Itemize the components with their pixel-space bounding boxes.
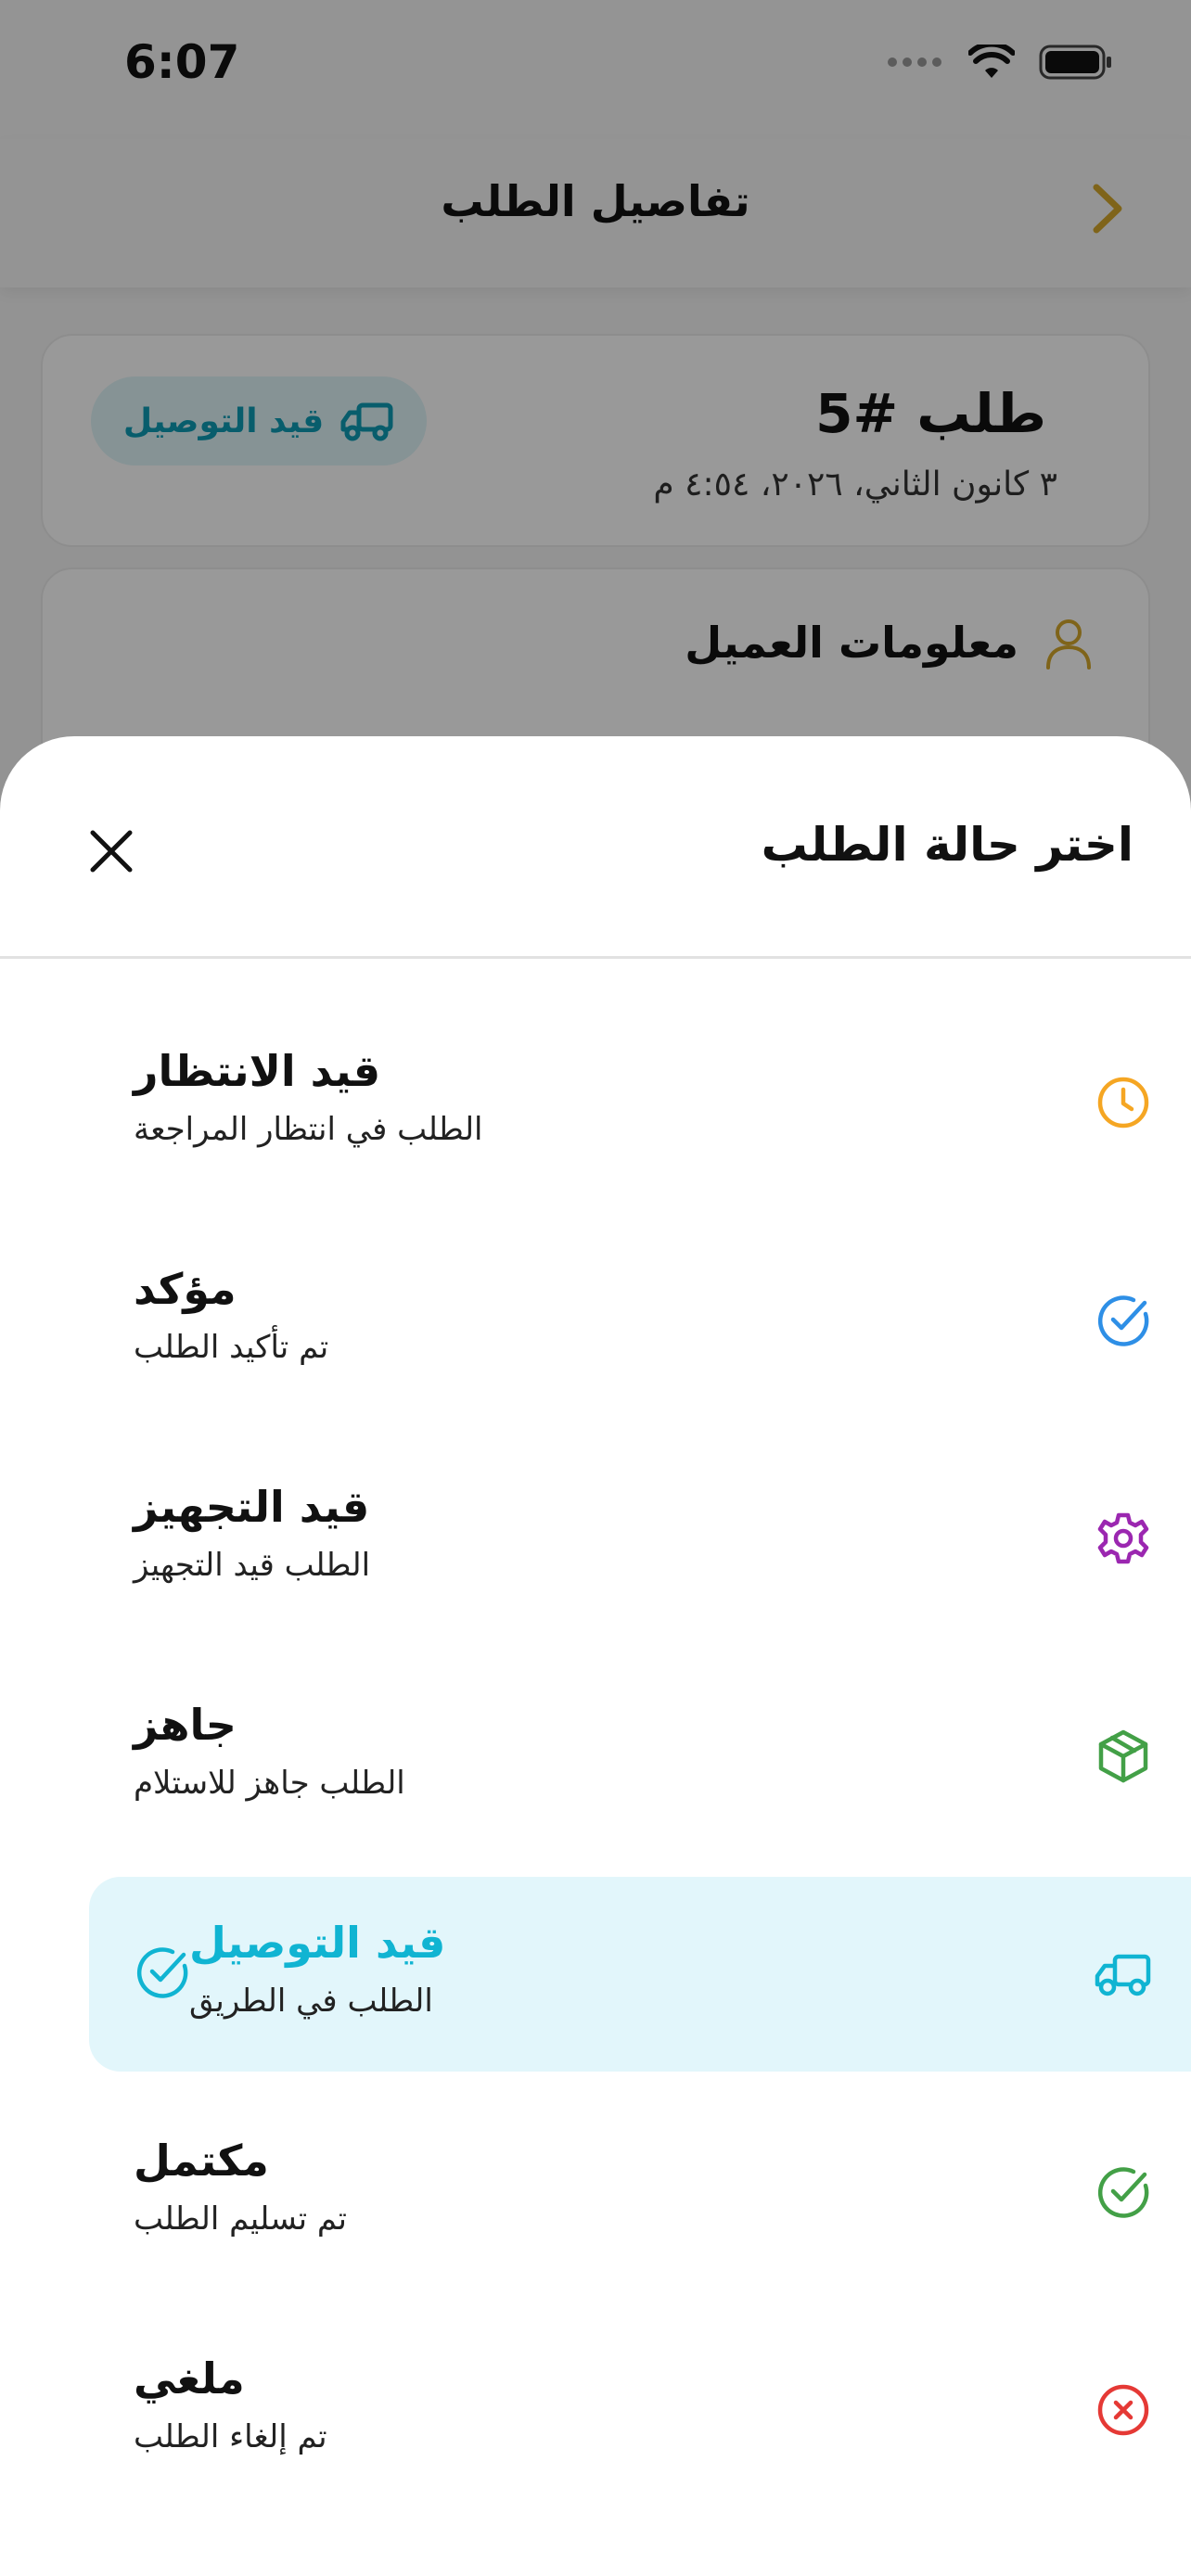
status-option-pending[interactable]: قيد الانتظار الطلب في انتظار المراجعة (89, 1005, 1191, 1200)
option-description: تم إلغاء الطلب (134, 2418, 327, 2455)
option-label: قيد التوصيل (189, 1918, 446, 1968)
option-label: ملغي (134, 2353, 245, 2404)
status-option-completed[interactable]: مكتمل تم تسليم الطلب (89, 2095, 1191, 2289)
check-circle-icon (1097, 2167, 1149, 2218)
option-text: مكتمل تم تسليم الطلب (134, 2134, 347, 2243)
option-description: الطلب في الطريق (189, 1983, 433, 2020)
option-description: الطلب قيد التجهيز (134, 1547, 371, 1584)
close-icon (90, 830, 133, 873)
option-text: قيد الانتظار الطلب في انتظار المراجعة (134, 1044, 483, 1154)
status-option-delivering[interactable]: قيد التوصيل الطلب في الطريق (89, 1877, 1191, 2072)
option-label: قيد الانتظار (134, 1046, 381, 1096)
order-details-screen: 6:07 تفاصيل الطلب طلب #5 ٣ كانون الثاني،… (0, 0, 1191, 2576)
gear-icon (1097, 1512, 1149, 1564)
option-text: جاهز الطلب جاهز للاستلام (134, 1698, 405, 1807)
option-description: الطلب في انتظار المراجعة (134, 1111, 483, 1148)
close-button[interactable] (76, 816, 147, 886)
x-circle-icon (1097, 2384, 1149, 2436)
truck-icon (1095, 1954, 1151, 1996)
sheet-header: اختر حالة الطلب (0, 736, 1191, 959)
option-label: مؤكد (134, 1264, 237, 1314)
selected-check-icon (136, 1947, 188, 1998)
option-label: مكتمل (134, 2136, 269, 2186)
option-label: قيد التجهيز (134, 1482, 370, 1532)
status-option-confirmed[interactable]: مؤكد تم تأكيد الطلب (89, 1223, 1191, 1418)
option-description: تم تأكيد الطلب (134, 1329, 329, 1366)
option-text: ملغي تم إلغاء الطلب (134, 2352, 327, 2461)
clock-icon (1097, 1077, 1149, 1129)
status-option-processing[interactable]: قيد التجهيز الطلب قيد التجهيز (89, 1441, 1191, 1636)
status-option-ready[interactable]: جاهز الطلب جاهز للاستلام (89, 1659, 1191, 1854)
option-description: الطلب جاهز للاستلام (134, 1765, 405, 1802)
option-text: مؤكد تم تأكيد الطلب (134, 1262, 328, 1371)
check-circle-icon (1097, 1295, 1149, 1346)
status-picker-sheet: اختر حالة الطلب قيد الانتظار الطلب في ان… (0, 736, 1191, 2576)
option-description: تم تسليم الطلب (134, 2200, 347, 2238)
status-option-cancelled[interactable]: ملغي تم إلغاء الطلب (89, 2313, 1191, 2507)
box-icon (1098, 1729, 1148, 1783)
sheet-title: اختر حالة الطلب (761, 818, 1133, 872)
option-label: جاهز (134, 1700, 237, 1750)
option-text: قيد التجهيز الطلب قيد التجهيز (134, 1480, 370, 1589)
option-text: قيد التوصيل الطلب في الطريق (189, 1916, 445, 2025)
